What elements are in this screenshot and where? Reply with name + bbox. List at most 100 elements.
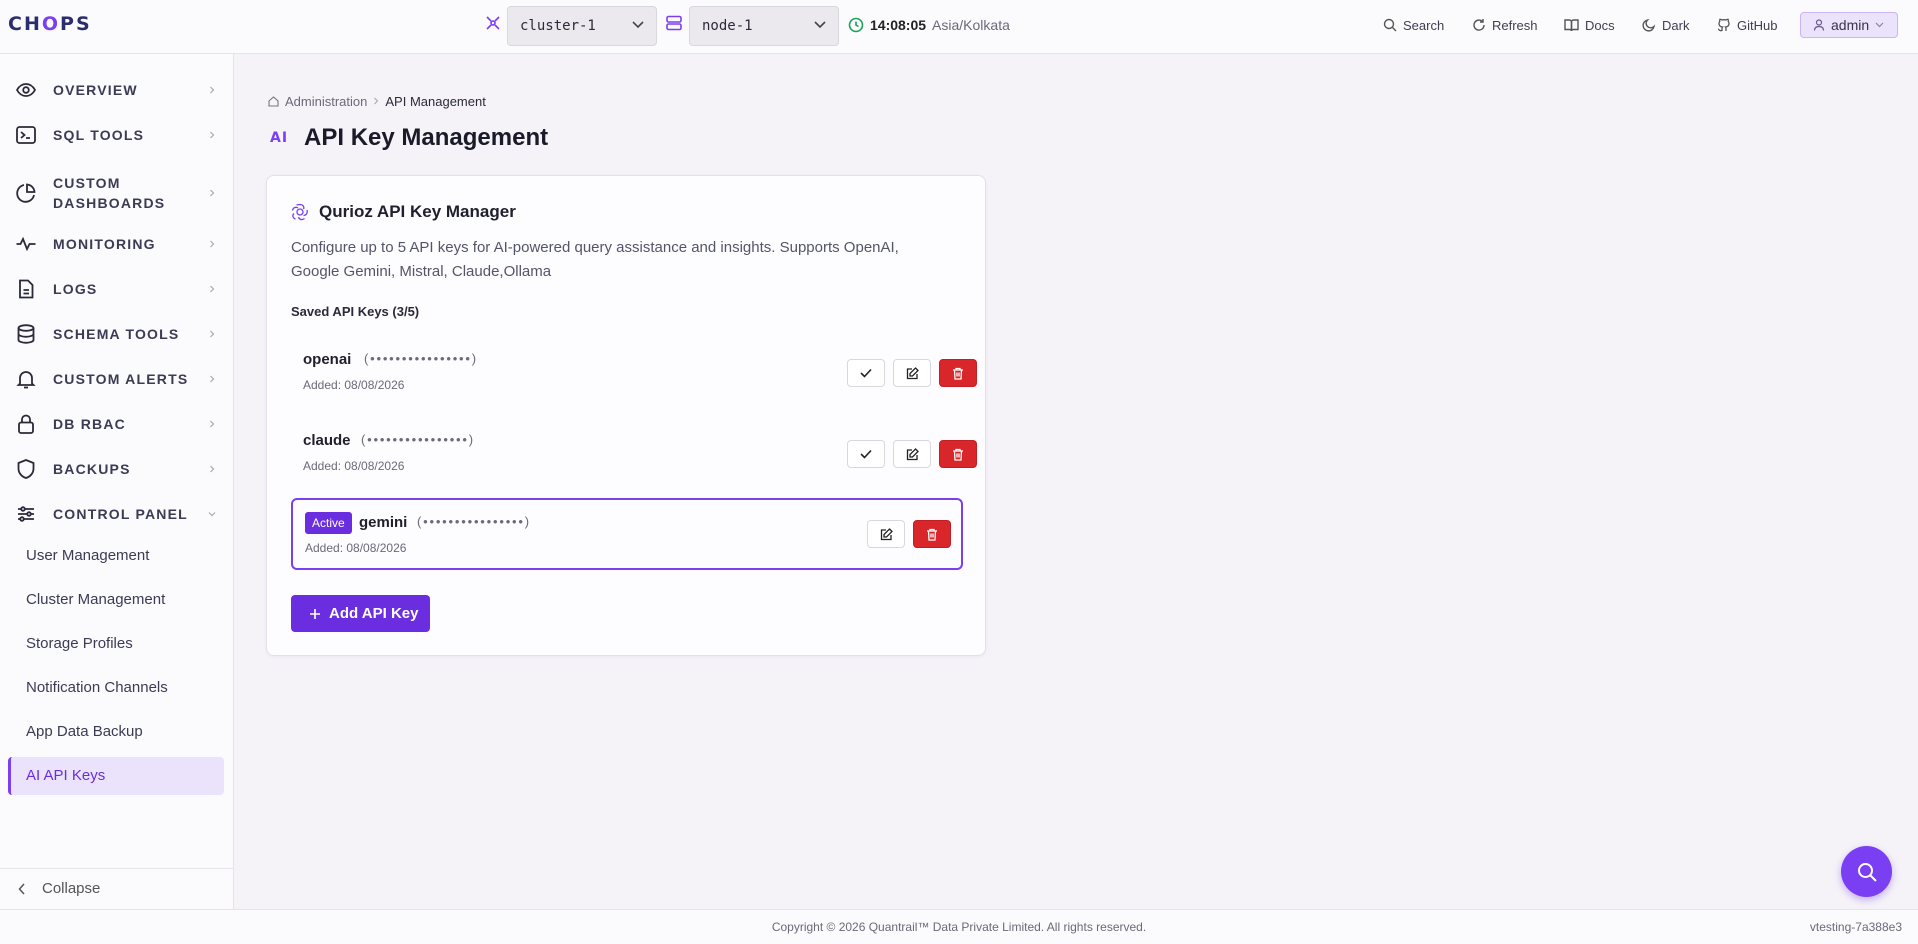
pie-chart-icon [16, 183, 36, 203]
ai-icon: AI [270, 130, 289, 146]
api-key-name: openai [303, 351, 352, 368]
chevron-down-icon [814, 21, 826, 29]
footer: Copyright © 2026 Quantrail™ Data Private… [0, 909, 1918, 944]
refresh-button[interactable]: Refresh [1472, 16, 1538, 34]
api-key-mask: (••••••••••••••••) [417, 514, 531, 529]
chevron-right-icon [210, 375, 215, 383]
card-title: Qurioz API Key Manager [319, 202, 516, 221]
edit-icon [906, 447, 919, 460]
sidebar-subitem-notification-channels[interactable]: Notification Channels [8, 669, 224, 707]
edit-key-button[interactable] [893, 359, 931, 387]
delete-key-button[interactable] [913, 520, 951, 548]
chevron-right-icon [210, 189, 215, 197]
sidebar-item-custom-alerts[interactable]: CUSTOM ALERTS [0, 361, 234, 397]
check-icon [860, 368, 872, 378]
github-icon [1717, 18, 1730, 32]
check-icon [860, 449, 872, 459]
chevron-right-icon [210, 240, 215, 248]
dark-mode-toggle[interactable]: Dark [1642, 16, 1689, 34]
sidebar-item-sql-tools[interactable]: SQL TOOLS [0, 117, 234, 153]
book-icon [1564, 19, 1579, 32]
edit-icon [880, 527, 893, 540]
database-icon [17, 324, 35, 344]
breadcrumb: Administration API Management [268, 93, 486, 109]
api-key-mask: (••••••••••••••••) [364, 351, 478, 366]
refresh-icon [1473, 19, 1485, 31]
server-icon [666, 15, 682, 31]
api-key-added-date: Added: 08/08/2026 [303, 459, 405, 473]
clock: 14:08:05 Asia/Kolkata [848, 15, 1010, 35]
copyright-text: Copyright © 2026 Quantrail™ Data Private… [771, 920, 1147, 934]
chevron-right-icon [210, 131, 215, 139]
collapse-label: Collapse [42, 880, 101, 897]
page-header: AI API Key Management [270, 124, 548, 152]
node-select[interactable]: node-1 [689, 6, 839, 46]
sidebar-item-schema-tools[interactable]: SCHEMA TOOLS [0, 316, 234, 352]
sidebar-item-monitoring[interactable]: MONITORING [0, 226, 234, 262]
sidebar-subitem-storage-profiles[interactable]: Storage Profiles [8, 625, 224, 663]
terminal-icon [16, 126, 36, 144]
sidebar-item-label: SQL TOOLS [53, 127, 145, 143]
activity-icon [16, 236, 36, 252]
activate-key-button[interactable] [847, 359, 885, 387]
sidebar-item-label: MONITORING [53, 236, 156, 252]
activate-key-button[interactable] [847, 440, 885, 468]
lock-icon [18, 414, 34, 434]
trash-icon [953, 367, 963, 380]
edit-key-button[interactable] [867, 520, 905, 548]
sidebar-item-label: LOGS [53, 281, 98, 297]
breadcrumb-root[interactable]: Administration [285, 94, 367, 109]
user-menu-button[interactable]: admin [1800, 12, 1898, 38]
sidebar-item-logs[interactable]: LOGS [0, 271, 234, 307]
edit-key-button[interactable] [893, 440, 931, 468]
sidebar-item-control-panel[interactable]: CONTROL PANEL [0, 496, 234, 532]
top-bar: CHOPS cluster-1 node-1 14:08:05 Asia/Kol… [0, 0, 1918, 54]
github-button[interactable]: GitHub [1717, 16, 1777, 34]
sidebar-item-label: SCHEMA TOOLS [53, 326, 180, 342]
sidebar-subitem-app-data-backup[interactable]: App Data Backup [8, 713, 224, 751]
sidebar: OVERVIEW SQL TOOLS CUSTOM DASHBOARDS MON… [0, 54, 234, 909]
user-icon [1813, 19, 1825, 31]
sidebar-item-custom-dashboards[interactable]: CUSTOM DASHBOARDS [0, 171, 234, 215]
api-key-name: gemini [359, 514, 408, 531]
app-logo[interactable]: CHOPS [8, 13, 92, 35]
sidebar-subitem-ai-api-keys[interactable]: AI API Keys [8, 757, 224, 795]
sidebar-subitem-cluster-management[interactable]: Cluster Management [8, 581, 224, 619]
clock-icon [848, 17, 864, 33]
search-button[interactable]: Search [1383, 16, 1444, 34]
chevron-right-icon [210, 86, 215, 94]
card-description: Configure up to 5 API keys for AI-powere… [291, 239, 899, 280]
node-select-value: node-1 [702, 18, 753, 34]
sidebar-item-overview[interactable]: OVERVIEW [0, 72, 234, 108]
sidebar-item-label: BACKUPS [53, 461, 131, 477]
add-api-key-button[interactable]: Add API Key [291, 595, 430, 632]
chevron-down-icon [208, 512, 216, 517]
docs-button[interactable]: Docs [1564, 16, 1615, 34]
delete-key-button[interactable] [939, 359, 977, 387]
sidebar-item-label: OVERVIEW [53, 82, 138, 98]
chevron-right-icon [210, 465, 215, 473]
dark-label: Dark [1662, 17, 1690, 33]
delete-key-button[interactable] [939, 440, 977, 468]
sidebar-subitem-user-management[interactable]: User Management [8, 537, 224, 575]
sidebar-item-label: CONTROL PANEL [53, 506, 188, 522]
search-icon [1857, 862, 1877, 882]
cluster-select[interactable]: cluster-1 [507, 6, 657, 46]
card-header: Qurioz API Key Manager [291, 202, 516, 222]
plus-icon [310, 608, 320, 619]
sidebar-item-label: DB RBAC [53, 416, 126, 432]
file-icon [19, 279, 34, 299]
trash-icon [953, 448, 963, 461]
collapse-button[interactable]: Collapse [0, 868, 234, 908]
sidebar-item-db-rbac[interactable]: DB RBAC [0, 406, 234, 442]
api-key-manager-card: Qurioz API Key Manager Configure up to 5… [266, 175, 986, 656]
eye-icon [15, 83, 37, 97]
openai-logo-icon [291, 203, 308, 221]
chevron-right-icon [210, 285, 215, 293]
bell-icon [16, 371, 36, 389]
search-icon [1383, 18, 1397, 32]
trash-icon [927, 528, 937, 541]
clock-timezone: Asia/Kolkata [932, 17, 1010, 33]
floating-search-button[interactable] [1841, 846, 1892, 897]
sidebar-item-backups[interactable]: BACKUPS [0, 451, 234, 487]
